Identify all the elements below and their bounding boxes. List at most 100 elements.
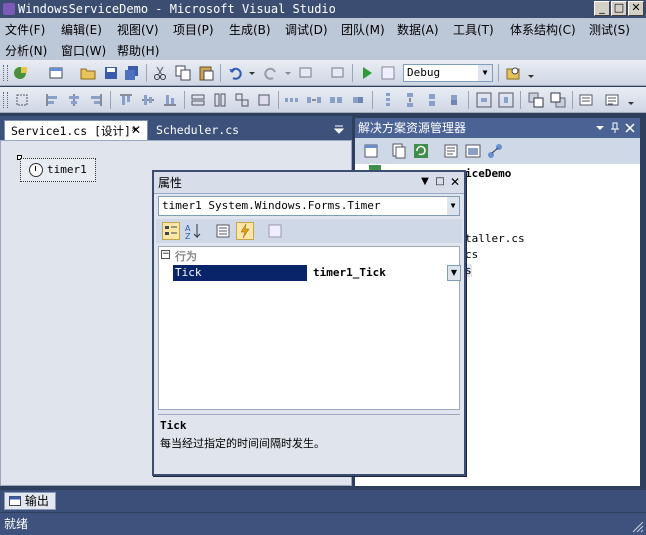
redo-dropdown-icon[interactable] bbox=[280, 65, 296, 81]
align-lefts-icon[interactable] bbox=[44, 92, 60, 108]
property-name[interactable]: Tick bbox=[173, 265, 307, 281]
class-diagram-icon[interactable] bbox=[487, 143, 503, 159]
tab-service1-design[interactable]: Service1.cs [设计]* bbox=[4, 120, 148, 140]
tree-item-cs-file[interactable]: cs bbox=[465, 248, 478, 261]
remove-horizontal-spacing-icon[interactable] bbox=[350, 92, 366, 108]
increase-vertical-spacing-icon[interactable] bbox=[402, 92, 418, 108]
open-folder-icon[interactable] bbox=[80, 65, 96, 81]
undo-dropdown-icon[interactable] bbox=[244, 65, 260, 81]
solution-config-combo[interactable]: Debug ▼ bbox=[403, 64, 493, 82]
category-behavior[interactable]: − 行为 bbox=[159, 247, 459, 263]
horizontal-spacing-equal-icon[interactable] bbox=[284, 92, 300, 108]
tab-order-icon[interactable] bbox=[578, 92, 594, 108]
property-row-tick[interactable]: Tick timer1_Tick ▼ bbox=[173, 265, 461, 281]
align-bottoms-icon[interactable] bbox=[162, 92, 178, 108]
chevron-down-icon[interactable]: ▼ bbox=[447, 265, 461, 281]
bring-to-front-icon[interactable] bbox=[528, 92, 544, 108]
lock-controls-icon[interactable] bbox=[604, 92, 620, 108]
properties-icon[interactable] bbox=[363, 143, 379, 159]
make-same-height-icon[interactable] bbox=[212, 92, 228, 108]
menu-data[interactable]: 数据(A) bbox=[397, 21, 439, 38]
redo-icon[interactable] bbox=[262, 65, 278, 81]
maximize-icon[interactable]: □ bbox=[433, 175, 447, 189]
center-horizontally-icon[interactable] bbox=[476, 92, 492, 108]
chevron-down-icon[interactable]: ▼ bbox=[447, 197, 459, 215]
menu-debug[interactable]: 调试(D) bbox=[285, 21, 328, 38]
save-icon[interactable] bbox=[103, 65, 119, 81]
attach-process-icon[interactable] bbox=[380, 65, 396, 81]
output-tab[interactable]: 输出 bbox=[4, 492, 56, 510]
window-position-dropdown-icon[interactable]: ▼ bbox=[418, 175, 432, 189]
make-same-width-icon[interactable] bbox=[190, 92, 206, 108]
menu-edit[interactable]: 编辑(E) bbox=[61, 21, 102, 38]
maximize-button[interactable]: □ bbox=[611, 1, 627, 16]
align-centers-icon[interactable] bbox=[66, 92, 82, 108]
alphabetical-icon[interactable]: AZ bbox=[184, 222, 202, 240]
save-all-icon[interactable] bbox=[124, 65, 140, 81]
vertical-spacing-equal-icon[interactable] bbox=[380, 92, 396, 108]
window-position-dropdown-icon[interactable] bbox=[595, 123, 605, 133]
property-value[interactable]: timer1_Tick bbox=[309, 265, 447, 281]
timer-component[interactable]: timer1 bbox=[20, 158, 96, 182]
properties-title-bar[interactable]: 属性 ▼ □ ✕ bbox=[154, 172, 464, 194]
close-icon[interactable] bbox=[625, 123, 635, 133]
collapse-icon[interactable]: − bbox=[161, 250, 170, 259]
align-middles-icon[interactable] bbox=[140, 92, 156, 108]
cut-icon[interactable] bbox=[152, 65, 168, 81]
chevron-down-icon[interactable]: ▼ bbox=[478, 65, 492, 81]
property-pages-icon[interactable] bbox=[266, 222, 284, 240]
size-to-grid-icon[interactable] bbox=[256, 92, 272, 108]
menu-window[interactable]: 窗口(W) bbox=[61, 42, 106, 59]
object-selector-combo[interactable]: timer1 System.Windows.Forms.Timer ▼ bbox=[158, 196, 460, 216]
center-vertically-icon[interactable] bbox=[498, 92, 514, 108]
toolbar-options-icon[interactable] bbox=[526, 65, 542, 81]
send-to-back-icon[interactable] bbox=[550, 92, 566, 108]
menu-tools[interactable]: 工具(T) bbox=[453, 21, 494, 38]
close-button[interactable]: ✕ bbox=[628, 1, 644, 16]
show-all-files-icon[interactable] bbox=[391, 143, 407, 159]
add-item-icon[interactable] bbox=[48, 65, 64, 81]
toolbar-options-icon[interactable] bbox=[626, 92, 642, 108]
menu-architecture[interactable]: 体系结构(C) bbox=[510, 21, 576, 38]
menu-help[interactable]: 帮助(H) bbox=[117, 42, 159, 59]
close-icon[interactable]: ✕ bbox=[131, 121, 141, 139]
menu-view[interactable]: 视图(V) bbox=[117, 21, 159, 38]
remove-vertical-spacing-icon[interactable] bbox=[446, 92, 462, 108]
menu-analyze[interactable]: 分析(N) bbox=[5, 42, 47, 59]
view-designer-icon[interactable] bbox=[465, 143, 481, 159]
refresh-icon[interactable] bbox=[413, 143, 429, 159]
tree-item-project[interactable]: iceDemo bbox=[465, 167, 511, 180]
toolbar-grip[interactable] bbox=[3, 92, 8, 108]
events-lightning-icon[interactable] bbox=[236, 222, 254, 240]
resize-grip-icon[interactable] bbox=[630, 519, 644, 533]
close-icon[interactable]: ✕ bbox=[448, 175, 462, 189]
tree-item-installer[interactable]: taller.cs bbox=[465, 232, 525, 245]
menu-file[interactable]: 文件(F) bbox=[5, 21, 45, 38]
auto-hide-pin-icon[interactable] bbox=[610, 122, 620, 134]
menu-project[interactable]: 项目(P) bbox=[173, 21, 214, 38]
paste-icon[interactable] bbox=[198, 65, 214, 81]
new-project-icon[interactable] bbox=[12, 65, 28, 81]
menu-test[interactable]: 测试(S) bbox=[589, 21, 630, 38]
start-debugging-icon[interactable] bbox=[359, 65, 375, 81]
view-code-icon[interactable] bbox=[443, 143, 459, 159]
navigate-forward-icon[interactable] bbox=[330, 65, 346, 81]
navigate-backward-icon[interactable] bbox=[298, 65, 314, 81]
copy-icon[interactable] bbox=[175, 65, 191, 81]
tab-scheduler[interactable]: Scheduler.cs bbox=[150, 120, 245, 140]
find-in-files-icon[interactable] bbox=[505, 65, 521, 81]
categorized-icon[interactable] bbox=[162, 222, 180, 240]
active-files-dropdown-icon[interactable] bbox=[333, 123, 345, 135]
minimize-button[interactable]: _ bbox=[594, 1, 610, 16]
properties-view-icon[interactable] bbox=[214, 222, 232, 240]
decrease-horizontal-spacing-icon[interactable] bbox=[328, 92, 344, 108]
menu-build[interactable]: 生成(B) bbox=[229, 21, 271, 38]
align-rights-icon[interactable] bbox=[88, 92, 104, 108]
decrease-vertical-spacing-icon[interactable] bbox=[424, 92, 440, 108]
toolbar-grip[interactable] bbox=[3, 65, 8, 81]
menu-team[interactable]: 团队(M) bbox=[341, 21, 385, 38]
increase-horizontal-spacing-icon[interactable] bbox=[306, 92, 322, 108]
undo-icon[interactable] bbox=[228, 65, 244, 81]
make-same-size-icon[interactable] bbox=[234, 92, 250, 108]
align-tops-icon[interactable] bbox=[118, 92, 134, 108]
